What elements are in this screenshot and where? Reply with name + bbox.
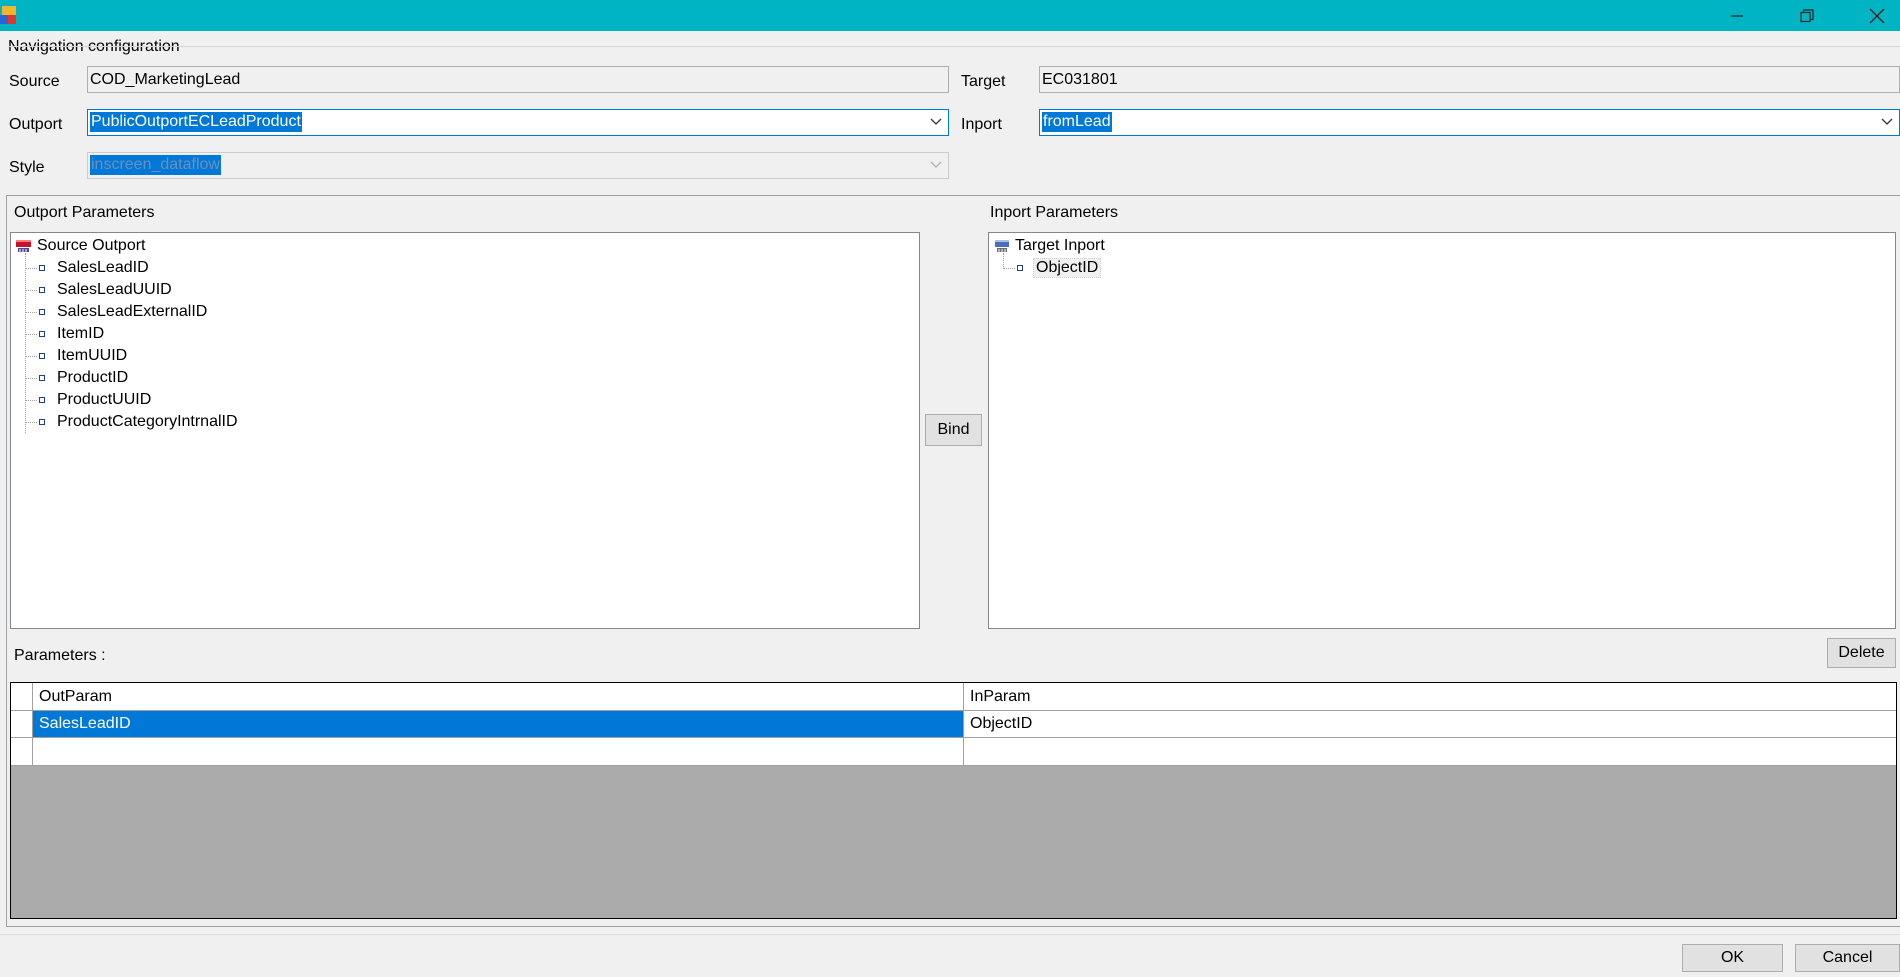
source-field[interactable]: COD_MarketingLead	[87, 66, 949, 93]
column-header-outparam[interactable]: OutParam	[33, 684, 118, 710]
tree-item[interactable]: ItemID	[39, 323, 106, 345]
close-button[interactable]	[1842, 0, 1900, 31]
close-icon	[1869, 8, 1885, 23]
outport-tree[interactable]: Source Outport SalesLeadID SalesLeadUUID S…	[10, 232, 920, 629]
source-label: Source	[9, 73, 60, 90]
chevron-down-icon	[930, 118, 942, 125]
tree-line	[25, 356, 37, 357]
tree-item[interactable]: ObjectID	[1017, 257, 1102, 279]
outport-value: PublicOutportECLeadProduct	[90, 112, 302, 132]
outport-params-title: Outport Parameters	[14, 204, 155, 221]
tree-line	[25, 268, 37, 269]
ok-button[interactable]: OK	[1682, 944, 1783, 972]
title-bar	[0, 0, 1900, 31]
tree-line	[25, 312, 37, 313]
column-header-inparam[interactable]: InParam	[964, 684, 1036, 710]
parameter-node-icon	[39, 265, 45, 271]
tree-line	[25, 422, 37, 423]
app-icon	[0, 6, 16, 24]
chevron-down-icon	[930, 161, 942, 168]
inport-icon	[995, 240, 1009, 252]
row-header-column	[11, 683, 32, 765]
tree-line	[1003, 253, 1004, 267]
table-row-cell-outparam[interactable]: SalesLeadID	[33, 711, 963, 737]
minimize-button[interactable]	[1702, 0, 1772, 31]
chevron-down-icon	[1881, 118, 1893, 125]
tree-item[interactable]: ItemUUID	[39, 345, 129, 367]
new-row-cell-outparam[interactable]	[33, 738, 963, 765]
style-dropdown: inscreen_dataflow	[87, 152, 949, 179]
tree-item-label: ProductUUID	[57, 391, 152, 408]
tree-line	[25, 290, 37, 291]
inport-label: Inport	[961, 116, 1002, 133]
tree-root-source-outport[interactable]: Source Outport	[15, 235, 146, 257]
navigation-group-title: Navigation configuration	[8, 38, 180, 55]
parameter-node-icon	[39, 397, 45, 403]
tree-item-label: ItemUUID	[57, 347, 128, 364]
parameter-node-icon	[39, 287, 45, 293]
outport-label: Outport	[9, 116, 63, 133]
footer-divider	[0, 934, 1900, 935]
tree-line	[25, 334, 37, 335]
parameter-node-icon	[39, 375, 45, 381]
inport-dropdown[interactable]: fromLead	[1039, 109, 1900, 136]
new-row-cell-inparam[interactable]	[964, 738, 1896, 765]
tree-item[interactable]: SalesLeadID	[39, 257, 151, 279]
tree-line	[25, 253, 26, 433]
parameters-grid[interactable]: OutParam InParam SalesLeadID ObjectID	[10, 682, 1897, 919]
tree-item-label: SalesLeadExternalID	[57, 303, 208, 320]
tree-line	[25, 400, 37, 401]
inport-value: fromLead	[1042, 112, 1112, 132]
navigation-group-border	[8, 46, 1900, 47]
tree-root-label: Source Outport	[37, 237, 146, 254]
parameter-node-icon	[39, 353, 45, 359]
tree-item-label: SalesLeadUUID	[57, 281, 172, 298]
tree-item-label: ItemID	[57, 325, 105, 342]
outport-dropdown[interactable]: PublicOutportECLeadProduct	[87, 109, 949, 136]
tree-item-label: SalesLeadID	[57, 259, 149, 276]
parameter-node-icon	[39, 419, 45, 425]
style-label: Style	[9, 159, 45, 176]
grid-line	[11, 765, 1896, 766]
restore-button[interactable]	[1772, 0, 1842, 31]
table-row-cell-inparam[interactable]: ObjectID	[964, 711, 1896, 737]
cancel-button[interactable]: Cancel	[1795, 944, 1900, 972]
inport-tree[interactable]: Target Inport ObjectID	[988, 232, 1896, 629]
target-field[interactable]: EC031801	[1039, 66, 1900, 93]
restore-icon	[1800, 8, 1814, 22]
style-value: inscreen_dataflow	[90, 155, 221, 175]
parameter-node-icon	[1017, 265, 1023, 271]
tree-item[interactable]: ProductUUID	[39, 389, 153, 411]
tree-line	[25, 378, 37, 379]
outport-icon	[16, 240, 31, 252]
tree-item-label: ObjectID	[1033, 258, 1102, 278]
tree-item[interactable]: ProductID	[39, 367, 130, 389]
parameters-label: Parameters :	[14, 647, 106, 664]
tree-item[interactable]: SalesLeadExternalID	[39, 301, 209, 323]
inport-params-title: Inport Parameters	[990, 204, 1119, 221]
tree-line	[1003, 268, 1015, 269]
tree-root-label: Target Inport	[1015, 237, 1105, 254]
tree-item-label: ProductID	[57, 369, 129, 386]
tree-item[interactable]: ProductCategoryIntrnalID	[39, 411, 240, 433]
minimize-icon	[1731, 14, 1743, 17]
tree-root-target-inport[interactable]: Target Inport	[993, 235, 1105, 257]
target-label: Target	[961, 73, 1006, 90]
parameter-node-icon	[39, 309, 45, 315]
bind-button[interactable]: Bind	[925, 414, 982, 446]
tree-item[interactable]: SalesLeadUUID	[39, 279, 174, 301]
delete-button[interactable]: Delete	[1827, 638, 1896, 668]
parameter-node-icon	[39, 331, 45, 337]
tree-item-label: ProductCategoryIntrnalID	[57, 413, 238, 430]
